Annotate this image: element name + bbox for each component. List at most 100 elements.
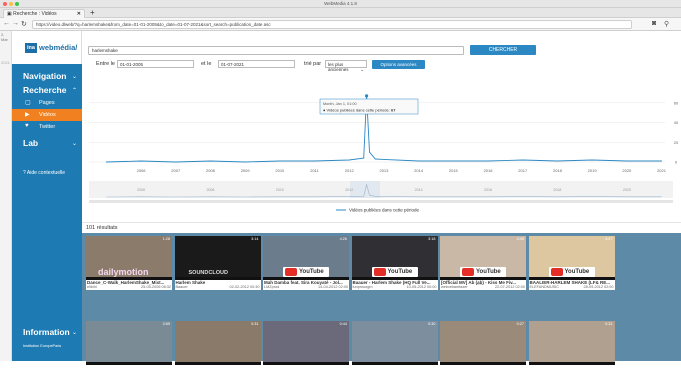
video-card[interactable]: 0:31 xyxy=(528,321,615,375)
video-thumbnail[interactable]: 3:14 SOUNDCLOUD xyxy=(174,236,261,280)
nav-lab[interactable]: Lab xyxy=(23,138,38,148)
nav-information[interactable]: Information xyxy=(23,327,70,337)
legend-label[interactable]: Vidéos publiées dans cette période xyxy=(349,208,419,213)
play-icon xyxy=(373,268,386,276)
help-link[interactable]: ? Aide contextuelle xyxy=(23,170,65,176)
data-point[interactable] xyxy=(487,160,489,162)
sidebar-item-pages[interactable]: ▢ Pages xyxy=(12,97,82,109)
back-icon[interactable]: ← xyxy=(3,20,10,27)
video-author[interactable]: Baauer xyxy=(176,285,188,289)
tooltip-date: Month, Jan 1, 01:00 xyxy=(323,102,357,106)
tab-close-icon[interactable]: ✕ xyxy=(77,11,81,17)
data-point[interactable] xyxy=(348,159,350,161)
video-thumbnail[interactable]: 0:44 xyxy=(263,321,349,365)
video-card[interactable]: 4:26 YouTube Mah Damba feat. Sira Kouyaté … xyxy=(263,236,349,290)
data-point[interactable] xyxy=(591,159,593,161)
nav-navigation[interactable]: Navigation xyxy=(23,71,66,81)
forward-icon[interactable]: → xyxy=(12,20,19,27)
video-caption: Mah Damba feat. Sira Kouyaté - Jol... LMZ… xyxy=(263,280,349,290)
tab-title: Recherche : Vidéos xyxy=(13,11,57,17)
data-point[interactable] xyxy=(556,160,558,162)
video-author[interactable]: LMZprod xyxy=(264,285,279,289)
video-thumbnail[interactable]: 3:59 xyxy=(86,321,172,365)
chevron-down-icon[interactable]: ⌄ xyxy=(72,140,77,147)
youtube-logo-badge: YouTube xyxy=(460,267,506,277)
video-card[interactable]: 3:14 SOUNDCLOUD Harlem Shake Baauer 02-02-20… xyxy=(174,236,261,290)
data-point[interactable] xyxy=(522,159,524,161)
video-author[interactable]: ELEFANDMUSIC xyxy=(530,285,560,289)
video-meta: elibihi 25-05-2006 08:32 xyxy=(86,285,172,289)
navigator-tick-label: 2016 xyxy=(484,188,492,192)
sidebar-item-videos[interactable]: ▶ Vidéos xyxy=(12,109,82,121)
advanced-options-button[interactable]: Options avancées xyxy=(372,60,425,69)
data-point[interactable] xyxy=(105,161,107,163)
video-thumbnail[interactable]: 4:49 YouTube xyxy=(440,236,526,280)
video-duration: 3:59 xyxy=(162,322,170,326)
data-point[interactable] xyxy=(661,160,663,162)
data-point[interactable] xyxy=(626,160,628,162)
navigator-tick-label: 2008 xyxy=(206,188,214,192)
video-thumbnail[interactable]: 4:47 YouTube xyxy=(528,236,615,280)
url-input[interactable]: https://video.dlweb/?q=harlemshake&from_… xyxy=(32,20,632,29)
tab-recherche-videos[interactable]: ▣ Recherche : Vidéos ✕ xyxy=(3,9,85,18)
zoom-icon[interactable]: ⚲ xyxy=(664,20,669,28)
range-selection[interactable] xyxy=(350,181,380,198)
from-date-input[interactable]: 01-01-2005 xyxy=(117,60,194,68)
sort-select[interactable]: les plus anciennes ⌄ xyxy=(325,60,367,72)
data-point[interactable] xyxy=(140,160,142,162)
background-window-edge: 2, Mar 2021 xyxy=(0,31,12,361)
logo-area[interactable]: ina webmédia/ xyxy=(12,31,82,64)
chevron-up-icon[interactable]: ⌃ xyxy=(72,87,77,94)
chevron-down-icon[interactable]: ⌄ xyxy=(72,329,77,336)
video-thumbnail[interactable]: 3:18 YouTube xyxy=(351,236,438,280)
video-thumbnail[interactable]: 0:27 xyxy=(440,321,526,365)
search-button[interactable]: CHERCHER xyxy=(470,45,536,55)
reload-icon[interactable]: ↻ xyxy=(21,20,27,28)
to-date-input[interactable]: 01-07-2021 xyxy=(218,60,295,68)
camera-icon[interactable]: ◙ xyxy=(652,20,656,27)
video-card[interactable]: 3:59 xyxy=(86,321,172,375)
video-thumbnail[interactable]: 0:30 xyxy=(351,321,438,365)
video-duration: 0:31 xyxy=(251,322,259,326)
data-point[interactable] xyxy=(175,161,177,163)
chart-svg[interactable]: 2006 2007 2008 2009 2010 2011 2012 2013 2014 2015… xyxy=(82,74,681,219)
data-point[interactable] xyxy=(363,157,365,159)
search-form: harlemshake CHERCHER Entre le 01-01-2005… xyxy=(82,44,681,74)
sidebar-item-twitter[interactable]: ♥ Twitter xyxy=(12,121,82,133)
video-thumbnail[interactable]: 1:28 dailymotion xyxy=(86,236,172,280)
data-point[interactable] xyxy=(368,151,370,153)
data-point[interactable] xyxy=(364,94,369,98)
video-card[interactable]: 1:28 dailymotion Dance_C-Walk_HarlemShake_… xyxy=(86,236,172,290)
video-thumbnail[interactable]: 4:26 YouTube xyxy=(263,236,349,280)
video-card[interactable]: 4:47 YouTube BAALIER-HARLEM SHAKE (LF& RE.… xyxy=(528,236,615,290)
video-card[interactable]: 0:30 xyxy=(351,321,438,375)
chevron-down-icon[interactable]: ⌄ xyxy=(72,73,77,80)
data-point[interactable] xyxy=(452,160,454,162)
video-author[interactable]: funpmuogm xyxy=(353,285,373,289)
video-author[interactable]: elibihi xyxy=(87,285,97,289)
video-card[interactable]: 3:18 YouTube Baauer - Harlem Shake (HQ Ful… xyxy=(351,236,438,290)
data-point[interactable] xyxy=(314,160,316,162)
video-card[interactable]: 0:44 xyxy=(263,321,349,375)
chart-tooltip: Month, Jan 1, 01:00 ● Vidéos publiées da… xyxy=(319,98,419,115)
nav-recherche[interactable]: Recherche xyxy=(23,85,66,95)
data-point[interactable] xyxy=(244,161,246,163)
data-point[interactable] xyxy=(209,160,211,162)
x-tick-label: 2009 xyxy=(241,168,251,173)
new-tab-button[interactable]: + xyxy=(90,8,95,17)
data-point[interactable] xyxy=(279,160,281,162)
search-input[interactable]: harlemshake xyxy=(88,46,464,55)
video-card[interactable]: 0:31 xyxy=(174,321,261,375)
range-scrollbar[interactable] xyxy=(89,200,673,203)
x-tick-label: 2007 xyxy=(171,168,181,173)
video-thumbnail[interactable]: 0:31 xyxy=(174,321,261,365)
video-thumbnail[interactable]: 0:31 xyxy=(528,321,615,365)
youtube-logo-text: YouTube xyxy=(564,269,590,275)
video-card[interactable]: 0:27 xyxy=(440,321,526,375)
video-author[interactable]: webvekamfazer xyxy=(441,285,468,289)
data-point[interactable] xyxy=(418,160,420,162)
timeline-chart: 2006 2007 2008 2009 2010 2011 2012 2013 2014 2015… xyxy=(82,74,681,219)
data-point[interactable] xyxy=(374,158,376,160)
video-card[interactable]: 4:49 YouTube [Official MV] Ab (a̲b̲) - Kis… xyxy=(440,236,526,290)
range-navigator[interactable] xyxy=(89,181,673,198)
